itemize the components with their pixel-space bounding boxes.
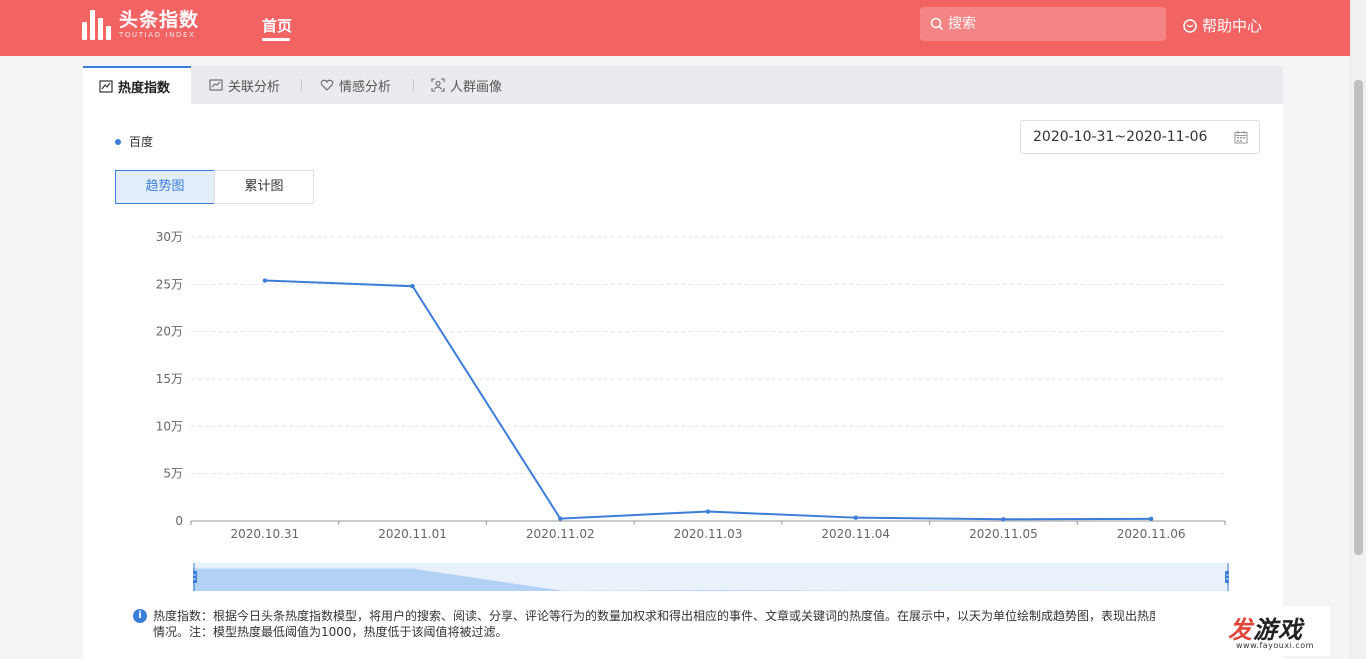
index-panel: 热度指数 关联分析 情感分析 人群画像 百度 2020-10-31~2020-1… bbox=[83, 66, 1283, 659]
logo-bars-icon bbox=[82, 10, 111, 40]
x-tick-label: 2020.11.02 bbox=[526, 527, 595, 541]
data-point bbox=[705, 509, 711, 514]
toutiao-index-logo[interactable]: 头条指数 TOUTIAO INDEX bbox=[82, 9, 199, 43]
logo-subtitle: TOUTIAO INDEX bbox=[119, 31, 196, 39]
x-tick-label: 2020.11.01 bbox=[378, 527, 447, 541]
site-watermark: 发游戏 www.fayouxi.com bbox=[1218, 606, 1330, 656]
data-point bbox=[558, 516, 563, 521]
top-navbar: 头条指数 TOUTIAO INDEX 首页 帮助中心 bbox=[0, 0, 1350, 56]
help-center-label: 帮助中心 bbox=[1202, 17, 1263, 35]
note-line-1: 热度指数：根据今日头条热度指数模型，将用户的搜索、阅读、分享、评论等行为的数量加… bbox=[153, 609, 1155, 623]
data-point bbox=[853, 515, 858, 520]
data-zoom-slider[interactable] bbox=[193, 563, 1229, 591]
watermark-logo: 发游戏 bbox=[1228, 616, 1303, 644]
x-tick-label: 2020.11.04 bbox=[821, 527, 890, 541]
y-tick-label: 15万 bbox=[156, 372, 183, 386]
chat-bubble-icon bbox=[1183, 18, 1197, 33]
page-scrollbar[interactable] bbox=[1350, 0, 1366, 659]
x-tick-label: 2020.10.31 bbox=[230, 527, 299, 541]
x-tick-label: 2020.11.03 bbox=[674, 527, 743, 541]
help-center-link[interactable]: 帮助中心 bbox=[1182, 15, 1262, 36]
y-tick-label: 30万 bbox=[156, 230, 183, 244]
data-point bbox=[262, 278, 268, 283]
logo-title: 头条指数 bbox=[119, 9, 200, 31]
y-tick-label: 0 bbox=[175, 514, 183, 528]
nav-active-indicator bbox=[262, 38, 290, 41]
x-tick-label: 2020.11.05 bbox=[969, 527, 1038, 541]
y-tick-label: 5万 bbox=[163, 467, 183, 481]
note-line-2: 情况。注：模型热度最低阈值为1000，热度低于该阈值将被过滤。 bbox=[153, 625, 508, 639]
y-tick-label: 20万 bbox=[156, 325, 183, 339]
series-line bbox=[264, 279, 1152, 521]
heat-index-note: i 热度指数：根据今日头条热度指数模型，将用户的搜索、阅读、分享、评论等行为的数… bbox=[133, 608, 1173, 640]
x-tick-label: 2020.11.06 bbox=[1117, 527, 1186, 541]
watermark-url: www.fayouxi.com bbox=[1236, 641, 1314, 650]
search-input[interactable] bbox=[948, 7, 1158, 41]
nav-home-link[interactable]: 首页 bbox=[262, 15, 292, 36]
info-icon: i bbox=[133, 609, 147, 623]
data-point bbox=[1148, 516, 1154, 522]
data-point bbox=[410, 284, 415, 289]
y-tick-label: 25万 bbox=[156, 277, 183, 291]
search-box[interactable] bbox=[920, 7, 1166, 41]
scrollbar-thumb[interactable] bbox=[1354, 80, 1363, 555]
y-tick-label: 10万 bbox=[156, 419, 183, 433]
data-point bbox=[1001, 517, 1006, 522]
search-icon bbox=[930, 17, 944, 31]
